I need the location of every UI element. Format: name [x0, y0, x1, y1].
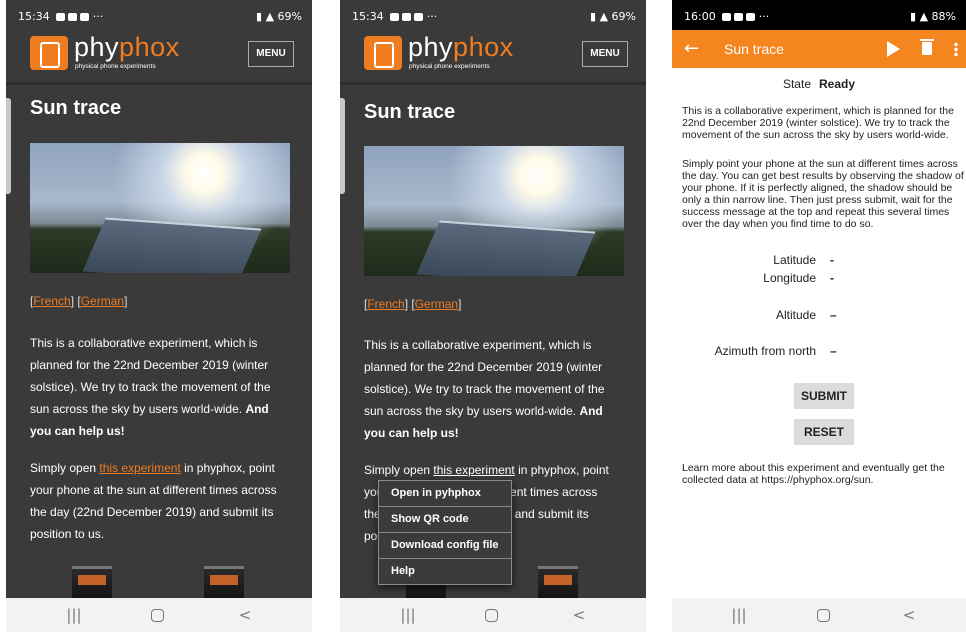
home-button[interactable]	[485, 609, 498, 622]
recents-button[interactable]: |||	[724, 606, 754, 624]
notification-icon	[402, 13, 412, 21]
status-time: 16:00 ···	[684, 10, 770, 23]
latitude-label: Latitude	[773, 253, 816, 267]
altitude-label: Altitude	[775, 308, 816, 322]
menu-button[interactable]: MENU	[248, 41, 294, 67]
home-button[interactable]	[151, 609, 164, 622]
site-logo[interactable]: phyphox	[408, 32, 514, 63]
menu-item-open-in-phyphox[interactable]: Open in pyhphox	[379, 481, 511, 507]
sun-trace-hero-image	[30, 143, 290, 273]
site-logo[interactable]: phyphox	[74, 32, 180, 63]
edge-panel-handle[interactable]	[6, 98, 11, 194]
language-links: [French] [German]	[364, 297, 462, 311]
phyphox-logo-icon[interactable]	[364, 36, 402, 70]
logo-subtitle: physical phone experiments	[409, 63, 490, 70]
azimuth-value: –	[830, 344, 837, 358]
menu-item-download-config[interactable]: Download config file	[379, 533, 511, 559]
page-title: Sun trace	[364, 101, 456, 123]
menu-item-show-qr-code[interactable]: Show QR code	[379, 507, 511, 533]
status-time: 15:34 ···	[352, 10, 438, 23]
edge-panel-handle[interactable]	[340, 98, 345, 194]
phone-screen-phyphox-app: 16:00 ··· ▮ ▲ 88% ← Sun trace State Ready…	[672, 0, 966, 632]
intro-paragraph: This is a collaborative experiment, whic…	[30, 336, 271, 438]
instructions-paragraph: Simply open this experiment in phyphox, …	[30, 461, 277, 541]
header-divider	[6, 82, 312, 85]
back-button[interactable]: <	[894, 606, 924, 624]
back-arrow-icon[interactable]: ←	[684, 38, 699, 59]
home-button[interactable]	[817, 609, 830, 622]
notification-icon	[722, 13, 732, 21]
menu-item-help[interactable]: Help	[379, 559, 511, 584]
this-experiment-link[interactable]: this experiment	[99, 461, 180, 475]
android-nav-bar: ||| <	[6, 598, 312, 632]
status-battery: ▮ ▲ 69%	[590, 10, 636, 23]
screenshot-thumbnail	[204, 566, 244, 602]
recents-button[interactable]: |||	[393, 606, 423, 624]
link-french[interactable]: French	[367, 297, 404, 311]
learn-more-text: Learn more about this experiment and eve…	[682, 462, 945, 486]
sun-trace-hero-image	[364, 146, 624, 276]
longitude-label: Longitude	[763, 271, 816, 285]
play-icon[interactable]	[887, 41, 900, 57]
recents-button[interactable]: |||	[59, 606, 89, 624]
menu-button[interactable]: MENU	[582, 41, 628, 67]
instructions-text: Simply point your phone at the sun at di…	[682, 158, 964, 230]
status-bar: 15:34 ··· ▮ ▲ 69%	[6, 0, 312, 30]
phone-screen-website-context-menu: 15:34 ··· ▮ ▲ 69% phyphox physical phone…	[340, 0, 646, 632]
reset-button[interactable]: RESET	[794, 419, 854, 445]
phyphox-logo-icon[interactable]	[30, 36, 68, 70]
screenshot-thumbnail	[72, 566, 112, 602]
notification-icon	[414, 13, 424, 21]
experiment-state: State Ready	[782, 77, 856, 91]
language-links: [French] [German]	[30, 294, 128, 308]
link-german[interactable]: German	[415, 297, 458, 311]
notification-icon	[734, 13, 744, 21]
status-time: 15:34 ···	[18, 10, 104, 23]
notification-icon	[68, 13, 78, 21]
site-header: phyphox physical phone experiments MENU	[6, 30, 312, 84]
app-toolbar: ← Sun trace	[672, 30, 966, 68]
notification-icon	[56, 13, 66, 21]
header-divider	[340, 82, 646, 85]
more-options-icon[interactable]	[954, 42, 958, 56]
state-value: Ready	[819, 77, 856, 91]
page-title: Sun trace	[30, 97, 122, 119]
android-nav-bar: ||| <	[672, 598, 966, 632]
longitude-value: -	[830, 271, 834, 285]
back-button[interactable]: <	[564, 606, 594, 624]
link-french[interactable]: French	[33, 294, 70, 308]
this-experiment-link[interactable]: this experiment	[433, 463, 514, 477]
status-battery: ▮ ▲ 69%	[256, 10, 302, 23]
notification-icon	[746, 13, 756, 21]
trash-icon[interactable]	[920, 39, 934, 55]
status-battery: ▮ ▲ 88%	[910, 10, 956, 23]
notification-icon	[80, 13, 90, 21]
status-bar: 16:00 ··· ▮ ▲ 88%	[672, 0, 966, 30]
site-header: phyphox physical phone experiments MENU	[340, 30, 646, 84]
latitude-value: -	[830, 253, 834, 267]
screenshot-thumbnail	[538, 566, 578, 602]
link-context-menu: Open in pyhphox Show QR code Download co…	[378, 480, 512, 585]
back-button[interactable]: <	[230, 606, 260, 624]
submit-button[interactable]: SUBMIT	[794, 383, 854, 409]
status-bar: 15:34 ··· ▮ ▲ 69%	[340, 0, 646, 30]
phone-screen-website: 15:34 ··· ▮ ▲ 69% phyphox physical phone…	[6, 0, 312, 632]
logo-subtitle: physical phone experiments	[75, 63, 156, 70]
link-german[interactable]: German	[81, 294, 124, 308]
android-nav-bar: ||| <	[340, 598, 646, 632]
experiment-title: Sun trace	[724, 41, 784, 57]
notification-icon	[390, 13, 400, 21]
description-text: This is a collaborative experiment, whic…	[682, 105, 954, 141]
altitude-value: –	[830, 308, 837, 322]
intro-paragraph: This is a collaborative experiment, whic…	[364, 338, 605, 440]
azimuth-label: Azimuth from north	[714, 344, 816, 358]
